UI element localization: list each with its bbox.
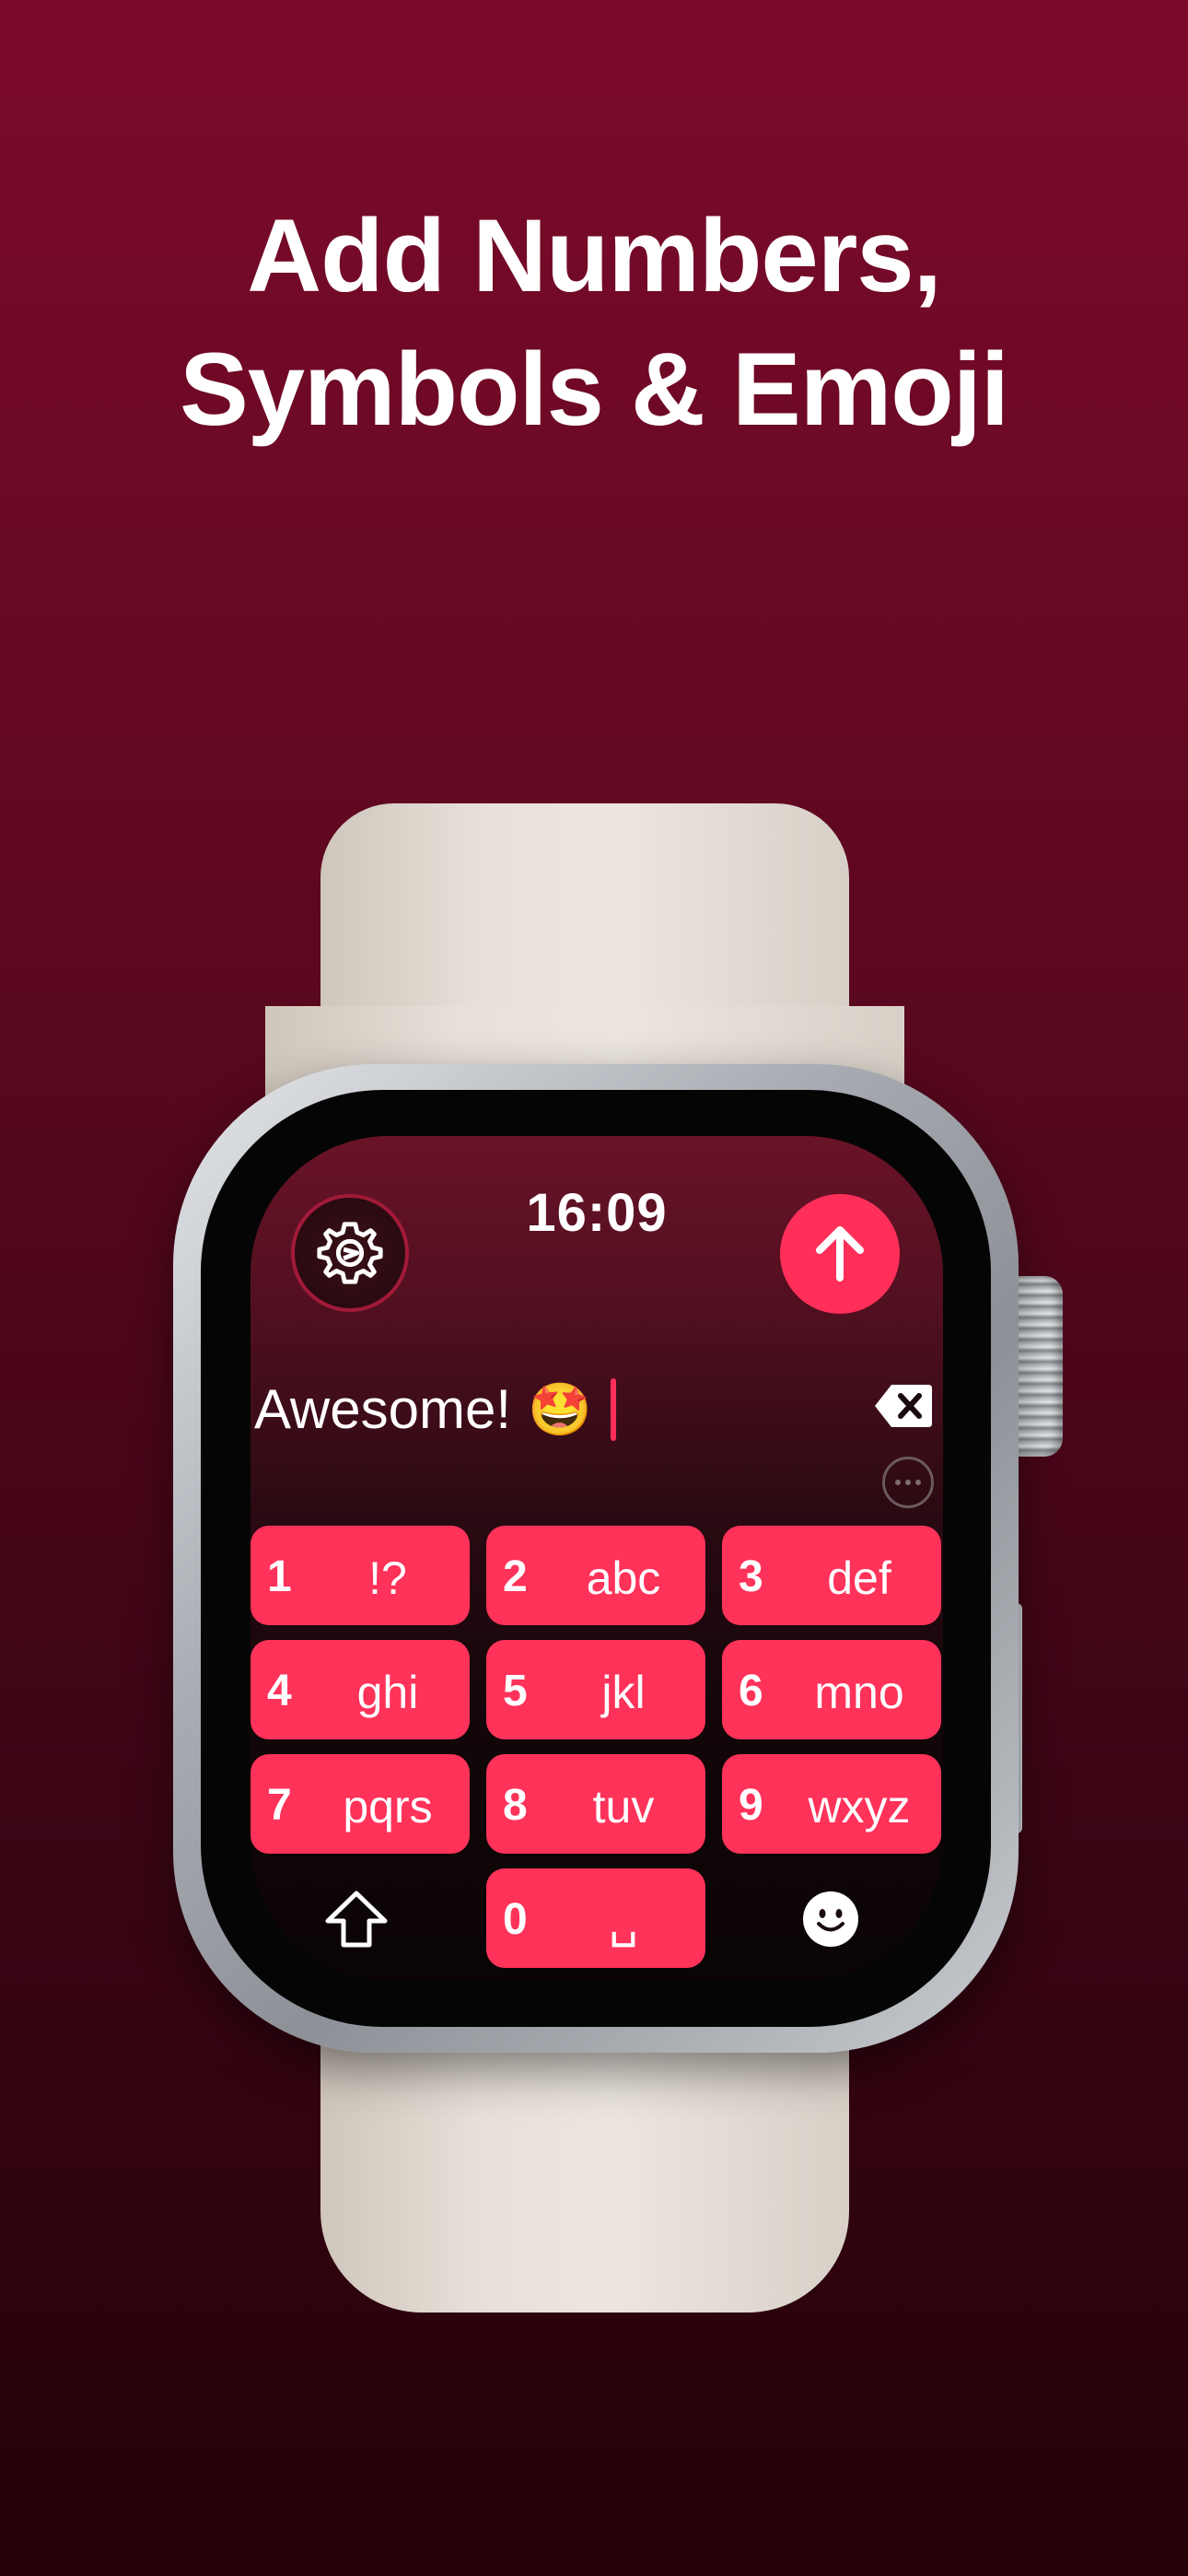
watch-band-bottom <box>320 2008 849 2313</box>
key-letters: jkl <box>601 1667 646 1718</box>
key-3[interactable]: 3 def <box>722 1526 941 1625</box>
delete-backward-icon <box>875 1385 932 1427</box>
key-number: 0 <box>503 1895 528 1944</box>
key-number: 2 <box>503 1552 528 1601</box>
key-letters: def <box>827 1552 891 1604</box>
watch-band-top <box>265 803 904 1117</box>
key-number: 7 <box>267 1781 292 1830</box>
key-letters: wxyz <box>808 1781 911 1832</box>
text-field[interactable]: Awesome! 🤩 <box>254 1377 616 1441</box>
key-number: 6 <box>739 1667 763 1715</box>
send-button[interactable] <box>780 1194 900 1314</box>
key-number: 9 <box>739 1781 763 1830</box>
key-4[interactable]: 4 ghi <box>250 1640 470 1739</box>
ellipsis-circle-icon <box>895 1480 901 1485</box>
key-7[interactable]: 7 pqrs <box>250 1754 470 1854</box>
key-1[interactable]: 1 !? <box>250 1526 470 1625</box>
smiley-face-icon <box>804 1892 857 1946</box>
text-cursor <box>610 1377 616 1441</box>
star-struck-emoji: 🤩 <box>528 1379 592 1438</box>
headline-line-1: Add Numbers, <box>247 198 941 313</box>
shift-icon <box>325 1891 388 1948</box>
key-number: 3 <box>739 1552 763 1601</box>
emoji-button[interactable] <box>803 1891 858 1947</box>
key-letters: mno <box>814 1667 904 1718</box>
key-6[interactable]: 6 mno <box>722 1640 941 1739</box>
headline-line-2: Symbols & Emoji <box>180 332 1009 447</box>
key-letters: tuv <box>592 1781 655 1832</box>
key-letters: ␣ <box>609 1895 638 1947</box>
shift-button[interactable] <box>324 1890 389 1949</box>
key-letters: pqrs <box>343 1781 433 1832</box>
key-9[interactable]: 9 wxyz <box>722 1754 941 1854</box>
key-5[interactable]: 5 jkl <box>486 1640 705 1739</box>
delete-button[interactable] <box>873 1383 934 1429</box>
more-options-button[interactable] <box>882 1457 934 1508</box>
key-letters: !? <box>368 1552 407 1604</box>
key-number: 4 <box>267 1667 292 1715</box>
key-8[interactable]: 8 tuv <box>486 1754 705 1854</box>
watch-screen: 16:09 Awesome! 🤩 1 !? 2 abc 3 def 4 ghi … <box>250 1136 943 1981</box>
key-0[interactable]: 0 ␣ <box>486 1868 705 1968</box>
key-number: 1 <box>267 1552 292 1601</box>
key-number: 8 <box>503 1781 528 1830</box>
key-number: 5 <box>503 1667 528 1715</box>
key-2[interactable]: 2 abc <box>486 1526 705 1625</box>
headline: Add Numbers, Symbols & Emoji <box>0 189 1188 456</box>
key-letters: abc <box>586 1552 661 1604</box>
arrow-up-icon <box>816 1226 864 1282</box>
entered-text: Awesome! <box>254 1378 512 1440</box>
key-letters: ghi <box>356 1667 419 1718</box>
